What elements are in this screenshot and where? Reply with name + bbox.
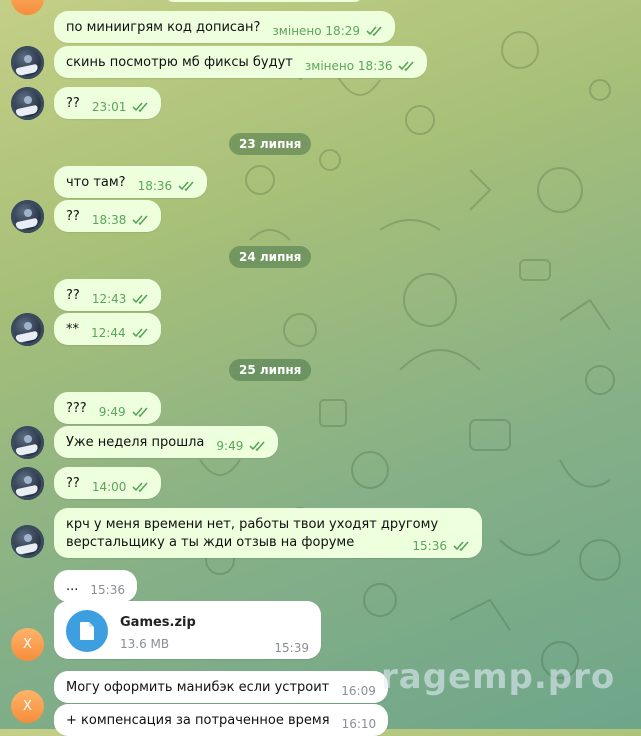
double-check-icon [398, 60, 415, 71]
double-check-icon [132, 101, 149, 112]
file-icon[interactable] [66, 610, 108, 652]
message-text-line: крч у меня времени нет, работы твои уход… [66, 517, 439, 532]
message-text: + компенсация за потраченное время [66, 712, 330, 728]
message-bubble-partial [164, 0, 364, 2]
message-meta: 9:49 [216, 432, 266, 453]
message-meta: 23:01 [92, 93, 150, 114]
date-separator: 23 липня [229, 133, 312, 155]
message-time: змінено 18:36 [304, 58, 393, 73]
message-meta: 14:00 [92, 473, 150, 494]
avatar[interactable] [11, 87, 44, 120]
double-check-icon [366, 25, 382, 36]
avatar[interactable] [11, 46, 44, 79]
message-meta: 15:36 [412, 539, 470, 553]
message-text: Могу оформить манибэк если устроит [66, 679, 330, 695]
message-text: ** [66, 321, 79, 337]
date-separator: 24 липня [229, 246, 312, 268]
date-separator: 25 липня [229, 359, 312, 381]
double-check-icon [132, 406, 148, 417]
double-check-icon [132, 214, 149, 225]
message-meta: 15:36 [90, 576, 125, 597]
message-bubble[interactable]: Могу оформить манибэк если устроит 16:09 [54, 671, 388, 703]
message-list[interactable]: по миниигрям код дописан? змінено 18:29 … [0, 0, 641, 736]
message-time: 12:44 [91, 325, 126, 340]
message-text: Уже неделя прошла [66, 434, 205, 450]
message-meta: змінено 18:36 [305, 52, 416, 73]
message-time: 9:49 [216, 438, 244, 453]
message-time: 16:10 [341, 716, 377, 731]
message-time: 23:01 [91, 99, 127, 114]
message-time: 18:38 [91, 212, 127, 227]
double-check-icon [453, 541, 469, 551]
message-bubble[interactable]: ** 12:44 [54, 313, 161, 345]
message-bubble[interactable]: ?? 18:38 [54, 200, 162, 232]
avatar[interactable]: X [11, 628, 44, 661]
message-text: ?? [66, 95, 80, 111]
message-bubble[interactable]: ?? 12:43 [54, 279, 162, 311]
avatar[interactable] [11, 467, 44, 500]
message-bubble[interactable]: по миниигрям код дописан? змінено 18:29 [54, 11, 396, 43]
message-bubble[interactable]: ... 15:36 [54, 570, 137, 602]
message-time: 18:36 [137, 178, 173, 193]
message-text: ?? [66, 287, 80, 303]
double-check-icon [178, 180, 194, 191]
message-time: 9:49 [98, 404, 126, 419]
message-time: 14:00 [91, 479, 127, 494]
double-check-icon [249, 440, 265, 451]
message-time: 12:43 [91, 291, 127, 306]
message-bubble[interactable]: что там? 18:36 [54, 166, 208, 198]
message-time: 15:39 [274, 641, 309, 655]
file-size: 13.6 MB [120, 637, 170, 651]
watermark: ragemp.pro [381, 657, 616, 697]
message-text: что там? [66, 174, 126, 190]
message-time: 16:09 [341, 683, 376, 698]
message-time: змінено 18:29 [272, 23, 361, 38]
double-check-icon [132, 293, 149, 304]
double-check-icon [132, 327, 148, 338]
message-bubble[interactable]: Уже неделя прошла 9:49 [54, 426, 279, 458]
message-meta: 12:43 [92, 285, 150, 306]
double-check-icon [132, 481, 149, 492]
message-meta: 18:38 [92, 206, 150, 227]
avatar[interactable] [11, 0, 44, 15]
avatar[interactable] [11, 426, 44, 459]
file-message[interactable]: Games.zip 13.6 MB 15:39 [54, 601, 321, 659]
avatar[interactable] [11, 200, 44, 233]
message-time: 15:36 [412, 539, 447, 553]
message-meta: 16:09 [341, 677, 376, 698]
message-text: по миниигрям код дописан? [66, 19, 261, 35]
message-meta: 16:10 [342, 710, 377, 731]
message-meta: 9:49 [99, 398, 149, 419]
file-name[interactable]: Games.zip [120, 615, 196, 630]
message-bubble[interactable]: ??? 9:49 [54, 392, 161, 424]
message-bubble[interactable]: скинь посмотрю мб фиксы будут змінено 18… [54, 46, 428, 78]
avatar-letter: X [23, 637, 32, 652]
message-text-line: верстальщику а ты жди отзыв на форуме [66, 535, 355, 550]
message-meta: 12:44 [91, 319, 149, 340]
message-bubble[interactable]: ?? 14:00 [54, 467, 162, 499]
message-text: ?? [66, 475, 80, 491]
message-time: 15:36 [90, 582, 125, 597]
message-text: ?? [66, 208, 80, 224]
message-text: ??? [66, 400, 87, 416]
message-bubble[interactable]: + компенсация за потраченное время 16:10 [54, 704, 389, 736]
message-bubble[interactable]: ?? 23:01 [54, 87, 162, 119]
message-text: ... [66, 578, 79, 594]
avatar[interactable]: X [11, 690, 44, 723]
message-meta: 18:36 [138, 172, 196, 193]
avatar-letter: X [23, 699, 32, 714]
message-text: скинь посмотрю мб фиксы будут [66, 54, 293, 70]
message-meta: змінено 18:29 [272, 17, 383, 38]
avatar[interactable] [11, 313, 44, 346]
message-bubble[interactable]: крч у меня времени нет, работы твои уход… [54, 508, 482, 558]
avatar[interactable] [11, 525, 44, 558]
